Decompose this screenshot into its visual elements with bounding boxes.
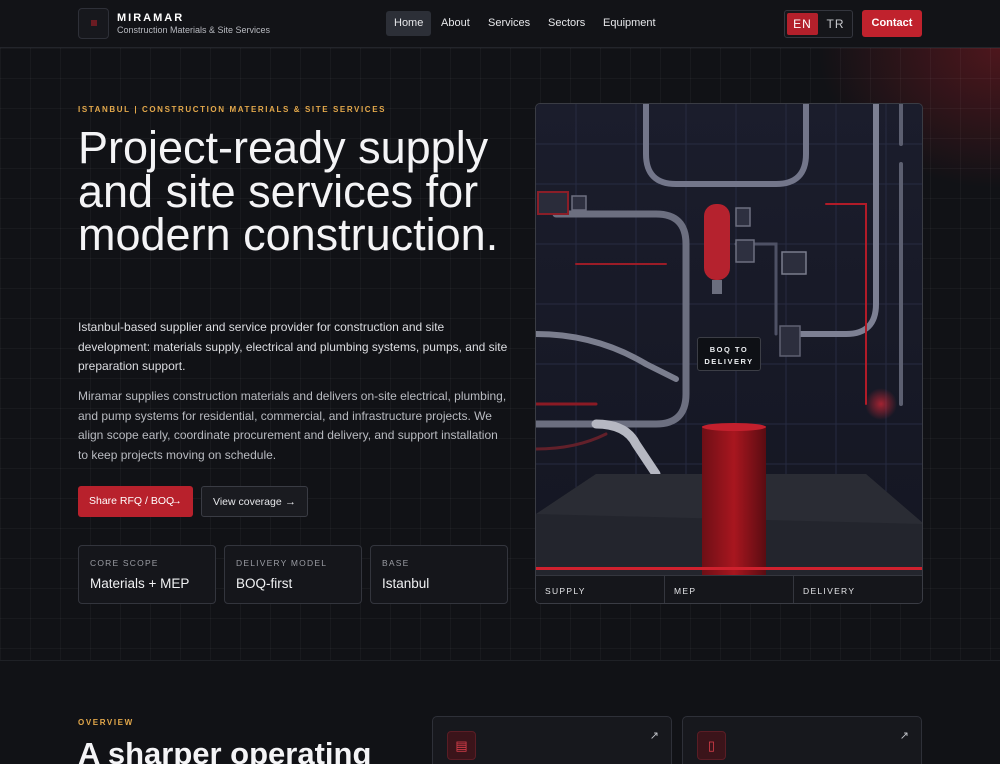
hero-body: Miramar supplies construction materials … — [78, 389, 507, 462]
badge-line-2: DELIVERY — [704, 357, 754, 366]
stat-value: Materials + MEP — [90, 576, 190, 591]
nav-link-services[interactable]: Services — [480, 11, 538, 36]
stat-label: BASE — [382, 558, 410, 568]
overview-title: A sharper operating — [78, 736, 372, 764]
brand-tagline: Construction Materials & Site Services — [117, 25, 271, 35]
hero-visual: BOQ TO DELIVERY SUPPLY MEP DELIVERY — [535, 103, 923, 604]
hero-title: Project-ready supply and site services f… — [78, 122, 499, 260]
view-coverage-button[interactable]: View coverage → — [201, 486, 308, 517]
overview-card-materials[interactable]: ▤ ↗ — [432, 716, 672, 764]
arrow-up-right-icon: ↗ — [649, 730, 659, 742]
toolbox-icon: ▤ — [447, 731, 476, 760]
lang-tr-button[interactable]: TR — [820, 13, 851, 35]
logo-icon[interactable] — [78, 8, 109, 39]
top-navigation: MIRAMAR Construction Materials & Site Se… — [0, 0, 1000, 48]
nav-link-about[interactable]: About — [433, 11, 478, 36]
nav-link-equipment[interactable]: Equipment — [595, 11, 664, 36]
arrow-up-right-icon: ↗ — [899, 730, 909, 742]
arrow-right-icon: → — [285, 496, 296, 508]
badge-line-1: BOQ TO — [709, 345, 749, 354]
lang-en-button[interactable]: EN — [787, 13, 818, 35]
tab-delivery[interactable]: DELIVERY — [793, 576, 922, 603]
tab-mep[interactable]: MEP — [664, 576, 793, 603]
overview-eyebrow: OVERVIEW — [78, 718, 134, 727]
stat-label: DELIVERY MODEL — [236, 558, 328, 568]
nav-link-sectors[interactable]: Sectors — [540, 11, 593, 36]
boq-delivery-badge: BOQ TO DELIVERY — [697, 337, 761, 371]
nav-link-home[interactable]: Home — [386, 11, 432, 36]
arrow-right-icon: → — [171, 495, 182, 507]
tab-supply[interactable]: SUPPLY — [536, 576, 665, 603]
brand-name[interactable]: MIRAMAR — [117, 12, 184, 24]
stat-card-delivery-model: DELIVERY MODEL BOQ-first — [224, 545, 362, 604]
share-rfq-label: Share RFQ / BOQ — [89, 495, 175, 507]
document-icon: ▯ — [697, 731, 726, 760]
stat-card-base: BASE Istanbul — [370, 545, 508, 604]
stat-label: CORE SCOPE — [90, 558, 159, 568]
hero-lead: Istanbul-based supplier and service prov… — [78, 320, 508, 373]
stat-value: Istanbul — [382, 576, 430, 591]
stat-card-core-scope: CORE SCOPE Materials + MEP — [78, 545, 216, 604]
visual-tabs: SUPPLY MEP DELIVERY — [536, 575, 922, 603]
share-rfq-button[interactable]: Share RFQ / BOQ → — [78, 486, 193, 517]
stat-value: BOQ-first — [236, 576, 293, 591]
hero-eyebrow: ISTANBUL | CONSTRUCTION MATERIALS & SITE… — [78, 105, 387, 114]
view-coverage-label: View coverage — [213, 496, 282, 508]
overview-card-documents[interactable]: ▯ ↗ — [682, 716, 922, 764]
language-switcher: EN TR — [784, 10, 853, 38]
contact-button[interactable]: Contact — [862, 10, 922, 37]
